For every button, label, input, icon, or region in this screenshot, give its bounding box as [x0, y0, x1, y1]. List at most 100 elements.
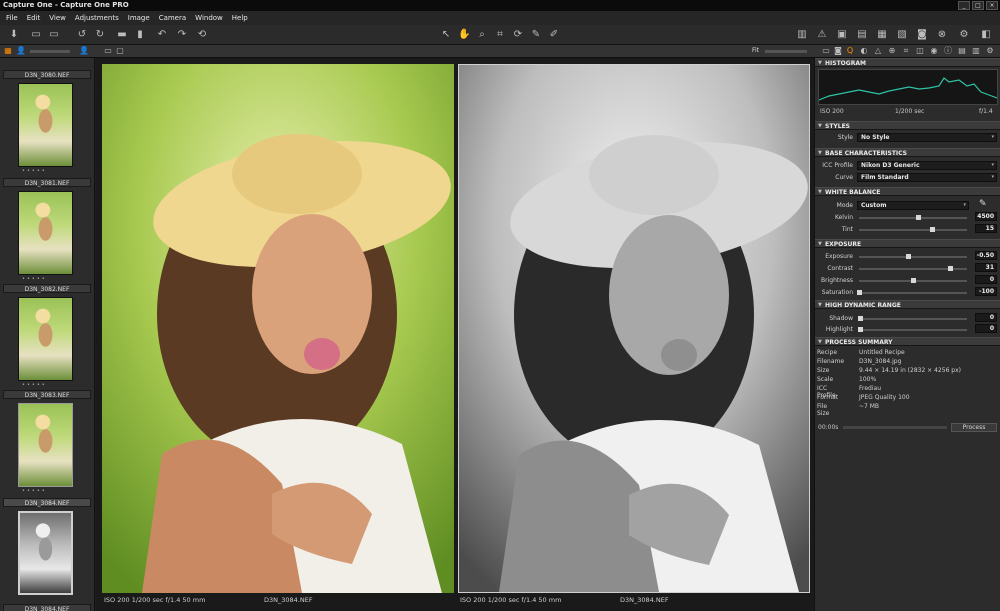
thumb-label[interactable]: D3N_3080.NEF — [3, 70, 91, 79]
slider-knob[interactable] — [906, 254, 912, 259]
camera-icon[interactable]: ◙ — [916, 29, 928, 41]
style-dropdown[interactable]: No Style ▾ — [857, 133, 997, 142]
warning-icon[interactable]: ⚠ — [816, 29, 828, 41]
pan-hand-icon[interactable]: ✋ — [458, 29, 470, 41]
rating-dots[interactable]: ••••• — [22, 277, 72, 282]
thumb-label[interactable]: D3N_3082.NEF — [3, 284, 91, 293]
capture-icon[interactable]: ▣ — [836, 29, 848, 41]
tint-slider[interactable] — [859, 227, 967, 232]
color-photo[interactable] — [102, 64, 454, 593]
saturation-value[interactable]: -100 — [975, 287, 997, 296]
minimize-button[interactable]: _ — [958, 1, 970, 10]
help-icon[interactable]: ◧ — [980, 29, 992, 41]
section-high-dynamic-range[interactable]: ▼ HIGH DYNAMIC RANGE — [815, 300, 1000, 309]
menu-edit[interactable]: Edit — [27, 14, 41, 22]
thumb-label[interactable]: D3N_3084.NEF — [3, 604, 91, 611]
rating-dots[interactable]: ••••• — [22, 169, 72, 174]
output-icon[interactable]: ▦ — [876, 29, 888, 41]
quick-tab-icon[interactable]: ⚙ — [984, 45, 996, 57]
section-histogram[interactable]: ▼ HISTOGRAM — [815, 58, 1000, 67]
section-white-balance[interactable]: ▼ WHITE BALANCE — [815, 187, 1000, 196]
grid-view-icon[interactable]: ▥ — [796, 29, 808, 41]
slider-knob[interactable] — [948, 266, 954, 271]
section-process-summary[interactable]: ▼ PROCESS SUMMARY — [815, 337, 1000, 346]
output-tab-icon[interactable]: ▤ — [956, 45, 968, 57]
section-styles[interactable]: ▼ STYLES — [815, 121, 1000, 130]
multi-view-icon[interactable]: ▢ — [114, 45, 126, 57]
rotate-left-icon[interactable]: ↺ — [76, 29, 88, 41]
lens-tab-icon[interactable]: △ — [872, 45, 884, 57]
thumbnail-image[interactable] — [18, 403, 73, 487]
thumbnail-item[interactable]: ••••• — [4, 400, 90, 496]
brightness-slider[interactable] — [859, 278, 967, 283]
settings-gear-icon[interactable]: ⚙ — [958, 29, 970, 41]
undo-icon[interactable]: ↶ — [156, 29, 168, 41]
maximize-button[interactable]: □ — [972, 1, 984, 10]
color-tab-icon[interactable]: Q — [844, 45, 856, 57]
crop-icon[interactable]: ⌗ — [494, 29, 506, 41]
highlight-slider[interactable] — [858, 327, 967, 332]
split-view-icon[interactable]: ▭ — [48, 29, 60, 41]
contrast-value[interactable]: 31 — [975, 263, 997, 272]
zoom-slider[interactable] — [765, 50, 807, 53]
select-cursor-icon[interactable]: ↖ — [440, 29, 452, 41]
contrast-slider[interactable] — [859, 266, 967, 271]
bw-photo[interactable] — [458, 64, 810, 593]
move-folder-icon[interactable]: ▬ — [116, 29, 128, 41]
saturation-slider[interactable] — [856, 290, 967, 295]
slider-knob[interactable] — [910, 278, 916, 283]
trash-icon[interactable]: ▮ — [134, 29, 146, 41]
menu-help[interactable]: Help — [232, 14, 248, 22]
single-view-icon[interactable]: ▭ — [102, 45, 114, 57]
slider-knob[interactable] — [915, 215, 921, 220]
person-icon[interactable]: 👤 — [15, 45, 27, 57]
highlight-value[interactable]: 0 — [975, 324, 997, 333]
rating-dots[interactable]: ••••• — [22, 489, 72, 494]
shadow-slider[interactable] — [858, 316, 967, 321]
camera-tab-icon[interactable]: ◙ — [832, 45, 844, 57]
exposure-slider[interactable] — [859, 254, 967, 259]
shadow-value[interactable]: 0 — [975, 313, 997, 322]
menu-image[interactable]: Image — [128, 14, 150, 22]
rotate-tool-icon[interactable]: ⟳ — [512, 29, 524, 41]
rotate-right-icon[interactable]: ↻ — [94, 29, 106, 41]
redo-icon[interactable]: ↷ — [176, 29, 188, 41]
metadata-tab-icon[interactable]: ⓘ — [942, 45, 954, 57]
wb-mode-dropdown[interactable]: Custom ▾ — [857, 201, 969, 210]
thumb-label[interactable]: D3N_3083.NEF — [3, 390, 91, 399]
tint-value[interactable]: 15 — [975, 224, 997, 233]
thumbnail-image[interactable] — [18, 297, 73, 381]
composition-tab-icon[interactable]: ⊕ — [886, 45, 898, 57]
section-base-characteristics[interactable]: ▼ BASE CHARACTERISTICS — [815, 148, 1000, 157]
thumbnail-image[interactable] — [18, 191, 73, 275]
details-tab-icon[interactable]: ◫ — [914, 45, 926, 57]
grid-small-icon[interactable]: ▦ — [2, 45, 14, 57]
close-button[interactable]: × — [986, 1, 998, 10]
reset-icon[interactable]: ⟲ — [196, 29, 208, 41]
person-large-icon[interactable]: 👤 — [78, 45, 90, 57]
menu-adjustments[interactable]: Adjustments — [75, 14, 119, 22]
slider-knob[interactable] — [858, 316, 863, 321]
slider-knob[interactable] — [856, 290, 862, 295]
kelvin-value[interactable]: 4500 — [975, 212, 997, 221]
process-button[interactable]: Process — [951, 423, 997, 432]
crop-tab-icon[interactable]: ⌗ — [900, 45, 912, 57]
exposure-value[interactable]: -0.50 — [975, 251, 997, 260]
thumbnail-size-slider[interactable] — [30, 50, 70, 53]
thumb-label[interactable]: D3N_3081.NEF — [3, 178, 91, 187]
curve-dropdown[interactable]: Film Standard ▾ — [857, 173, 997, 182]
kelvin-slider[interactable] — [859, 215, 967, 220]
library-icon[interactable]: ▤ — [856, 29, 868, 41]
thumbnail-item[interactable]: ••••• — [4, 80, 90, 176]
picker-icon[interactable]: ✎ — [530, 29, 542, 41]
menu-window[interactable]: Window — [195, 14, 223, 22]
menu-file[interactable]: File — [6, 14, 18, 22]
zoom-icon[interactable]: ⌕ — [476, 29, 488, 41]
eyedropper-icon[interactable]: ✎ — [979, 199, 987, 209]
thumbnail-image[interactable] — [18, 83, 73, 167]
section-exposure[interactable]: ▼ EXPOSURE — [815, 239, 1000, 248]
cancel-icon[interactable]: ⊗ — [936, 29, 948, 41]
import-icon[interactable]: ⬇ — [8, 29, 20, 41]
rating-dots[interactable]: ••••• — [22, 383, 72, 388]
brightness-value[interactable]: 0 — [975, 275, 997, 284]
